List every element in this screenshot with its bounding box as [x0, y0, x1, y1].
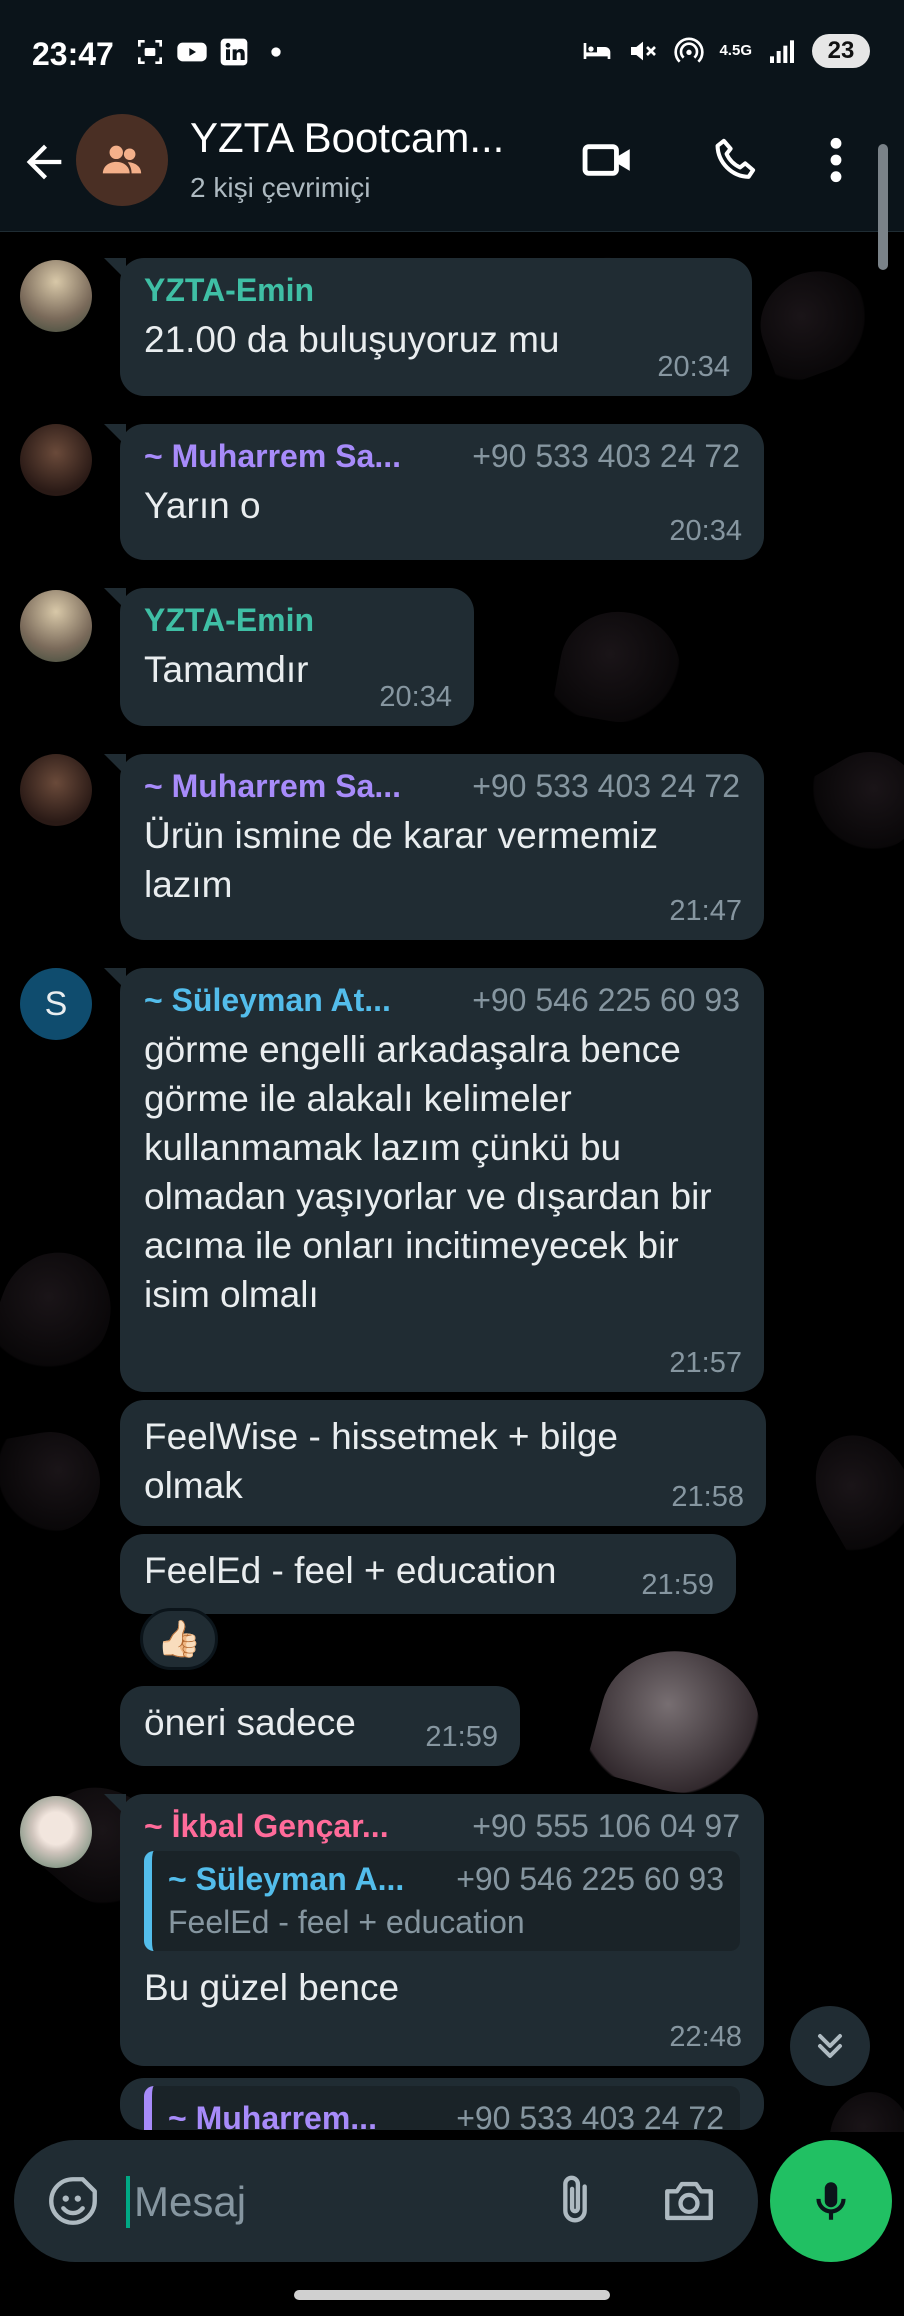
video-call-button[interactable]	[576, 128, 640, 192]
sticker-emoji-icon[interactable]	[44, 2172, 102, 2230]
message-time: 21:59	[425, 1721, 498, 1753]
message-bubble[interactable]: ~ İkbal Gençar... +90 555 106 04 97 ~ Sül…	[104, 1794, 764, 2066]
message-text: FeelEd - feel + education	[144, 1550, 557, 1591]
sender-line: ~ Muharrem Sa... +90 533 403 24 72	[144, 768, 740, 805]
scroll-to-bottom-button[interactable]	[790, 2006, 870, 2086]
gesture-nav-bar[interactable]	[294, 2290, 610, 2300]
sender-name[interactable]: ~ Muharrem Sa...	[144, 768, 401, 805]
thumbs-up-icon: 👍🏻	[156, 1618, 202, 1659]
message-text: görme engelli arkadaşalra bence görme il…	[144, 1029, 712, 1315]
message-time: 22:48	[669, 2021, 742, 2053]
sender-line: ~ Muharrem Sa... +90 533 403 24 72	[144, 438, 740, 475]
more-vertical-icon	[830, 137, 842, 183]
message-bubble[interactable]: FeelWise - hissetmek + bilge olmak 21:58	[120, 1400, 766, 1526]
message-bubble[interactable]: FeelEd - feel + education 21:59	[120, 1534, 736, 1614]
avatar-letter[interactable]: S	[20, 968, 92, 1040]
online-status: 2 kişi çevrimiçi	[190, 172, 371, 203]
avatar[interactable]	[20, 1796, 92, 1868]
avatar[interactable]	[20, 590, 92, 662]
sender-name[interactable]: ~ Muharrem Sa...	[144, 438, 401, 475]
quote-text: FeelEd - feel + education	[168, 1904, 525, 1940]
chat-title[interactable]: YZTA Bootcam...	[190, 114, 530, 162]
linkedin-icon	[220, 38, 248, 66]
message-input[interactable]: Mesaj	[134, 2178, 246, 2226]
reaction-badge[interactable]: 👍🏻	[140, 1608, 218, 1670]
quote-phone: +90 533 403 24 72	[456, 2100, 724, 2130]
status-left-icons	[134, 36, 292, 68]
avatar[interactable]	[20, 260, 92, 332]
message-bubble[interactable]: ~ Muharrem Sa... +90 533 403 24 72 Yarın …	[104, 424, 764, 560]
voice-call-button[interactable]	[704, 128, 768, 192]
sender-line: YZTA-Emin	[144, 602, 450, 639]
message-bubble[interactable]: ~ Muharrem... +90 533 403 24 72	[120, 2078, 764, 2130]
sender-name[interactable]: YZTA-Emin	[144, 602, 314, 639]
message-text: Bu güzel bence	[144, 1967, 400, 2008]
quote-phone: +90 546 225 60 93	[456, 1861, 724, 1897]
message-time: 20:34	[669, 515, 742, 547]
hotspot-icon	[674, 37, 705, 63]
status-bar: 23:47 4.5G 23	[0, 0, 904, 100]
avatar[interactable]	[20, 754, 92, 826]
message-bubble[interactable]: YZTA-Emin Tamamdır 20:34	[104, 588, 474, 726]
status-right-icons: 4.5G 23	[581, 34, 870, 68]
quoted-message[interactable]: ~ Süleyman A... +90 546 225 60 93 FeelEd …	[144, 1851, 740, 1951]
message-time: 21:57	[669, 1347, 742, 1379]
message-bubble[interactable]: ~ Süleyman At... +90 546 225 60 93 görme …	[104, 968, 764, 1392]
sender-phone: +90 533 403 24 72	[472, 768, 740, 804]
sender-name[interactable]: YZTA-Emin	[144, 272, 314, 309]
mute-icon	[631, 41, 657, 61]
battery-level: 23	[827, 37, 855, 64]
status-time: 23:47	[32, 36, 114, 72]
signal-icon	[770, 40, 794, 63]
chat-header: YZTA Bootcam... 2 kişi çevrimiçi	[0, 100, 904, 270]
message-text: Ürün ismine de karar vermemiz lazım	[144, 815, 659, 905]
message-input-bar: Mesaj	[14, 2140, 758, 2262]
more-options-button[interactable]	[816, 128, 856, 192]
sender-name[interactable]: ~ İkbal Gençar...	[144, 1808, 389, 1845]
dot-icon	[271, 47, 281, 57]
youtube-icon	[177, 42, 207, 62]
sender-phone: +90 546 225 60 93	[472, 982, 740, 1018]
quoted-message[interactable]: ~ Muharrem... +90 533 403 24 72	[144, 2086, 740, 2130]
group-avatar[interactable]	[76, 114, 168, 206]
message-time: 20:34	[379, 681, 452, 713]
message-text: FeelWise - hissetmek + bilge olmak	[144, 1416, 618, 1506]
voice-message-button[interactable]	[770, 2140, 892, 2262]
phone-icon	[715, 138, 756, 179]
double-chevron-down-icon	[818, 2034, 842, 2058]
sender-line: ~ İkbal Gençar... +90 555 106 04 97	[144, 1808, 740, 1845]
network-type-label: 4.5G	[719, 42, 752, 59]
sender-line: YZTA-Emin	[144, 272, 728, 309]
message-time: 21:47	[669, 895, 742, 927]
quote-header: ~ Muharrem... +90 533 403 24 72	[168, 2100, 724, 2130]
quote-sender: ~ Süleyman A...	[168, 1861, 405, 1897]
quote-header: ~ Süleyman A... +90 546 225 60 93	[168, 1861, 724, 1898]
video-camera-icon	[582, 144, 630, 176]
bed-icon	[584, 43, 611, 59]
message-time: 21:58	[671, 1481, 744, 1513]
microphone-icon	[816, 2182, 846, 2220]
message-bubble[interactable]: öneri sadece 21:59	[120, 1686, 520, 1766]
back-arrow-icon[interactable]	[18, 136, 70, 188]
text-cursor	[126, 2176, 130, 2228]
message-bubble[interactable]: YZTA-Emin 21.00 da buluşuyoruz mu 20:34	[104, 258, 752, 396]
screenshot-icon	[138, 40, 162, 64]
message-bubble[interactable]: ~ Muharrem Sa... +90 533 403 24 72 Ürün i…	[104, 754, 764, 940]
message-text: Yarın o	[144, 485, 261, 526]
message-text: 21.00 da buluşuyoruz mu	[144, 319, 560, 360]
sender-phone: +90 533 403 24 72	[472, 438, 740, 474]
sender-phone: +90 555 106 04 97	[472, 1808, 740, 1844]
message-time: 21:59	[641, 1569, 714, 1601]
group-icon	[102, 145, 142, 174]
quote-sender: ~ Muharrem...	[168, 2100, 377, 2130]
sender-name[interactable]: ~ Süleyman At...	[144, 982, 391, 1019]
battery-indicator: 23	[812, 34, 870, 68]
avatar[interactable]	[20, 424, 92, 496]
message-time: 20:34	[657, 351, 730, 383]
camera-icon[interactable]	[658, 2172, 720, 2230]
scrollbar-thumb[interactable]	[878, 144, 888, 270]
paperclip-icon[interactable]	[546, 2172, 604, 2230]
sender-line: ~ Süleyman At... +90 546 225 60 93	[144, 982, 740, 1019]
